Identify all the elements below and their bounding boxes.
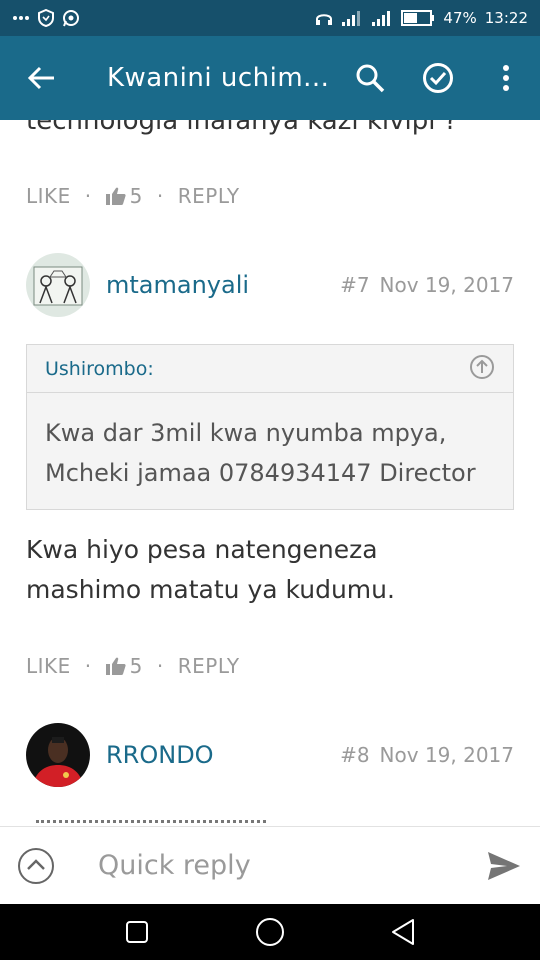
signal-icon xyxy=(341,10,363,26)
avatar[interactable] xyxy=(26,253,90,317)
avatar[interactable] xyxy=(26,723,90,787)
post-header: mtamanyali #7 Nov 19, 2017 xyxy=(26,252,514,318)
status-right-icons: 47% 13:22 xyxy=(315,9,528,27)
like-count: 5 xyxy=(105,184,143,208)
overflow-menu-button[interactable] xyxy=(472,36,540,120)
quote-block: Ushirombo: Kwa dar 3mil kwa nyumba mpya,… xyxy=(26,344,514,510)
more-dots-icon xyxy=(12,15,30,21)
home-button[interactable] xyxy=(240,904,300,960)
back-arrow-icon xyxy=(28,66,55,90)
reply-button[interactable]: REPLY xyxy=(178,184,240,208)
quote-author[interactable]: Ushirombo: xyxy=(45,358,154,380)
status-left-icons xyxy=(12,9,80,27)
chevron-up-circle-icon xyxy=(18,847,54,884)
back-triangle-icon xyxy=(392,919,415,945)
like-count-value: 5 xyxy=(129,184,143,208)
post-text-line: Kwa hiyo pesa natengeneza xyxy=(26,535,378,564)
headphones-icon xyxy=(315,10,333,26)
post-text-line: mashimo matatu ya kudumu. xyxy=(26,575,395,604)
post-header: RRONDO #8 Nov 19, 2017 xyxy=(26,722,514,788)
clock: 13:22 xyxy=(484,9,528,27)
recents-button[interactable] xyxy=(107,904,167,960)
app-bar: Kwanini uchim... xyxy=(0,36,540,120)
quote-header: Ushirombo: xyxy=(27,345,513,393)
post-body: Kwa hiyo pesa natengeneza mashimo matatu… xyxy=(26,530,506,610)
send-button[interactable] xyxy=(468,827,540,905)
separator-dot: · xyxy=(156,184,164,208)
username[interactable]: RRONDO xyxy=(106,741,214,769)
post-actions: LIKE · 5 · REPLY xyxy=(26,654,240,678)
separator-dot: · xyxy=(156,654,164,678)
nav-back-button[interactable] xyxy=(373,904,433,960)
battery-icon xyxy=(401,10,435,26)
expand-reply-button[interactable] xyxy=(0,827,72,905)
post-number[interactable]: #7 xyxy=(340,273,369,297)
separator-dot: · xyxy=(84,184,92,208)
username[interactable]: mtamanyali xyxy=(106,271,249,299)
post-number[interactable]: #8 xyxy=(340,743,369,767)
like-count: 5 xyxy=(105,654,143,678)
quote-line: Kwa dar 3mil kwa nyumba mpya, xyxy=(45,419,447,447)
thread-content[interactable]: technologia inafanya kazi kivipi ? LIKE … xyxy=(0,120,540,826)
search-icon xyxy=(356,64,385,93)
quote-line: Mcheki jamaa 0784934147 Director xyxy=(45,459,476,487)
post-date: Nov 19, 2017 xyxy=(379,273,514,297)
signal-icon xyxy=(371,10,393,26)
whatsapp-icon xyxy=(62,9,80,27)
system-nav-bar xyxy=(0,904,540,960)
overflow-menu-icon xyxy=(503,65,509,91)
post-meta: #7 Nov 19, 2017 xyxy=(340,273,514,297)
recents-square-icon xyxy=(125,921,148,943)
status-bar: 47% 13:22 xyxy=(0,0,540,36)
quick-reply-bar: Quick reply xyxy=(0,826,540,904)
reply-button[interactable]: REPLY xyxy=(178,654,240,678)
mark-read-button[interactable] xyxy=(404,36,472,120)
battery-percent: 47% xyxy=(443,9,477,27)
quick-reply-input[interactable]: Quick reply xyxy=(98,850,251,881)
back-button[interactable] xyxy=(0,36,83,120)
thumbs-up-icon xyxy=(105,657,126,675)
thread-title: Kwanini uchim... xyxy=(106,63,330,93)
send-icon xyxy=(488,851,520,880)
arrow-up-circle-icon[interactable] xyxy=(469,354,495,384)
like-button[interactable]: LIKE xyxy=(26,654,71,678)
like-button[interactable]: LIKE xyxy=(26,184,71,208)
post-actions: LIKE · 5 · REPLY xyxy=(26,184,240,208)
quote-body: Kwa dar 3mil kwa nyumba mpya, Mcheki jam… xyxy=(27,393,513,513)
thumbs-up-icon xyxy=(105,187,126,205)
separator-dot: · xyxy=(84,654,92,678)
post-date: Nov 19, 2017 xyxy=(379,743,514,767)
check-circle-icon xyxy=(423,63,453,93)
app-bar-actions xyxy=(336,36,540,120)
shield-icon xyxy=(38,9,54,27)
like-count-value: 5 xyxy=(129,654,143,678)
post-meta: #8 Nov 19, 2017 xyxy=(340,743,514,767)
post-text-partial: technologia inafanya kazi kivipi ? xyxy=(26,120,458,136)
search-button[interactable] xyxy=(336,36,404,120)
home-circle-icon xyxy=(255,918,284,946)
